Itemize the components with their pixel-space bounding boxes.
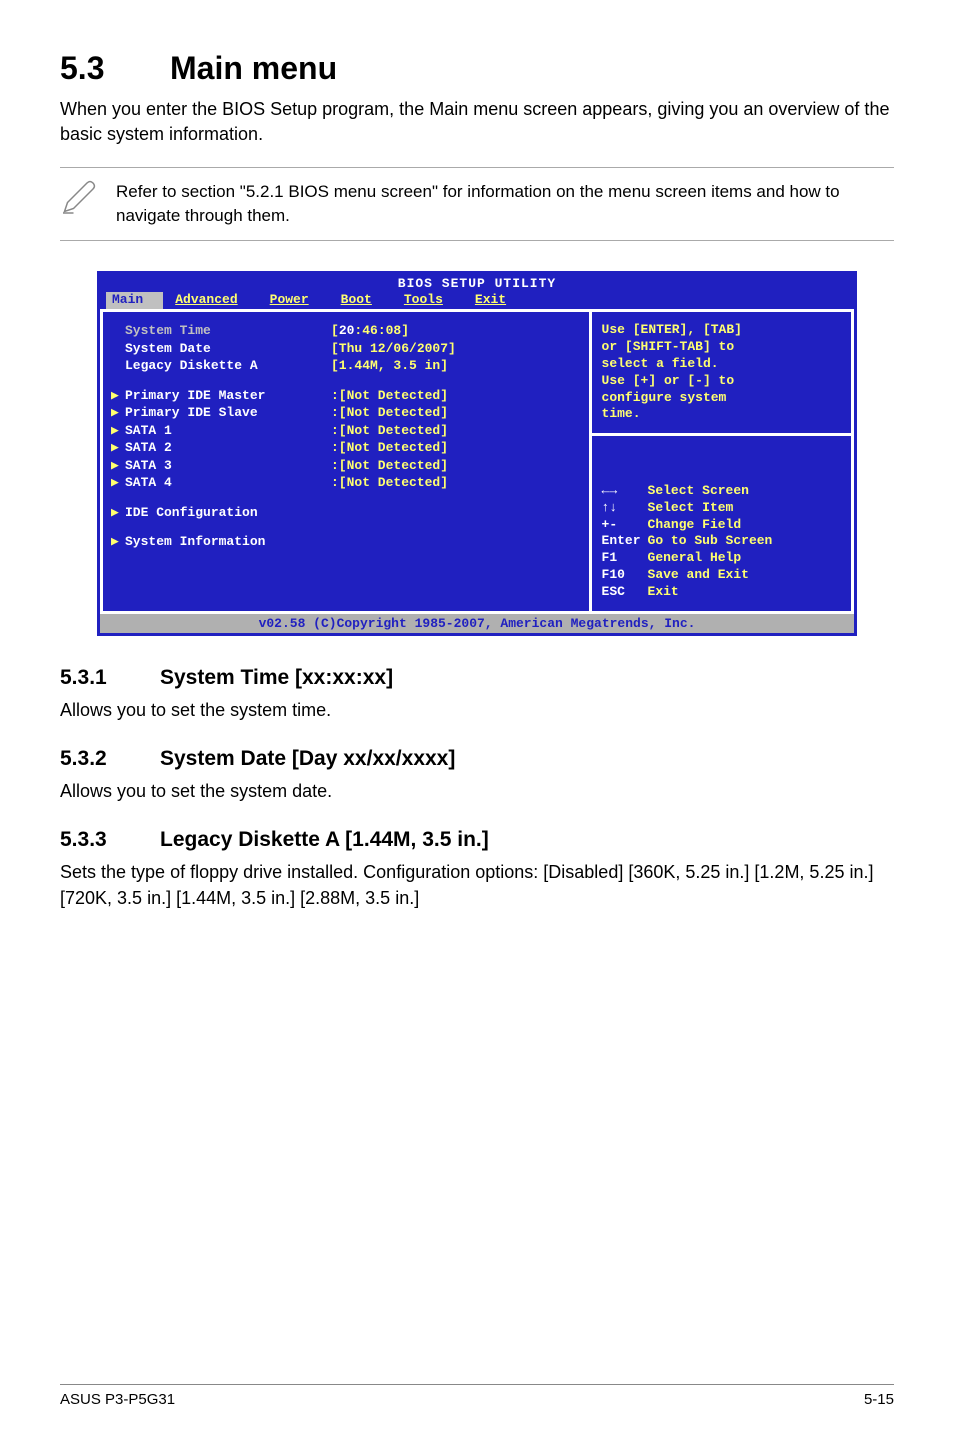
- bios-help-panel: Use [ENTER], [TAB] or [SHIFT-TAB] to sel…: [592, 312, 854, 614]
- bios-label: Primary IDE Master: [125, 388, 265, 403]
- submenu-triangle-icon: ▶: [111, 504, 125, 522]
- help-text: select a field.: [602, 356, 841, 373]
- section-title-text: Main menu: [170, 50, 337, 86]
- bios-label: System Information: [125, 534, 265, 549]
- note-block: Refer to section "5.2.1 BIOS menu screen…: [60, 167, 894, 241]
- help-text: time.: [602, 406, 841, 423]
- submenu-triangle-icon: ▶: [111, 457, 125, 475]
- bios-row-primary-ide-master[interactable]: ▶Primary IDE Master :[Not Detected]: [111, 387, 581, 405]
- subsection-heading: 5.3.1System Time [xx:xx:xx]: [60, 666, 894, 690]
- bios-row-sata3[interactable]: ▶SATA 3 :[Not Detected]: [111, 457, 581, 475]
- f1-key-label: F1: [602, 550, 648, 567]
- bios-tab-tools[interactable]: Tools: [398, 292, 463, 309]
- subsection-heading: 5.3.2System Date [Day xx/xx/xxxx]: [60, 747, 894, 771]
- bios-label: IDE Configuration: [125, 505, 258, 520]
- help-key-row: EnterGo to Sub Screen: [602, 533, 841, 550]
- bios-row-sata1[interactable]: ▶SATA 1 :[Not Detected]: [111, 422, 581, 440]
- arrows-lr-icon: ←→: [602, 483, 648, 500]
- bios-tab-bar: Main Advanced Power Boot Tools Exit: [100, 292, 854, 312]
- esc-key-label: ESC: [602, 584, 648, 601]
- subsection-desc: Allows you to set the system date.: [60, 779, 894, 804]
- bios-value: [20:46:08]: [331, 322, 581, 340]
- help-key-row: ↑↓Select Item: [602, 500, 841, 517]
- bios-label: Legacy Diskette A: [125, 358, 258, 373]
- bios-row-primary-ide-slave[interactable]: ▶Primary IDE Slave :[Not Detected]: [111, 404, 581, 422]
- bios-value: :[Not Detected]: [331, 457, 581, 475]
- help-key-row: ←→Select Screen: [602, 483, 841, 500]
- bios-label: Primary IDE Slave: [125, 405, 258, 420]
- bios-value: :[Not Detected]: [331, 474, 581, 492]
- submenu-triangle-icon: ▶: [111, 422, 125, 440]
- bios-label: System Time: [125, 323, 211, 338]
- bios-main-panel: System Time [20:46:08] System Date [Thu …: [100, 312, 592, 614]
- bios-value: :[Not Detected]: [331, 439, 581, 457]
- bios-row-sata2[interactable]: ▶SATA 2 :[Not Detected]: [111, 439, 581, 457]
- f10-key-label: F10: [602, 567, 648, 584]
- submenu-triangle-icon: ▶: [111, 474, 125, 492]
- bios-row-sata4[interactable]: ▶SATA 4 :[Not Detected]: [111, 474, 581, 492]
- subsection-desc: Sets the type of floppy drive installed.…: [60, 860, 894, 910]
- help-text: Use [+] or [-] to: [602, 373, 841, 390]
- help-text: Use [ENTER], [TAB]: [602, 322, 841, 339]
- help-key-row: F10Save and Exit: [602, 567, 841, 584]
- bios-value: :[Not Detected]: [331, 422, 581, 440]
- bios-tab-power[interactable]: Power: [264, 292, 329, 309]
- section-number: 5.3: [60, 50, 170, 87]
- bios-tab-main[interactable]: Main: [106, 292, 163, 309]
- bios-value: [Thu 12/06/2007]: [331, 340, 581, 358]
- submenu-triangle-icon: ▶: [111, 533, 125, 551]
- bios-row-system-date[interactable]: System Date [Thu 12/06/2007]: [111, 340, 581, 358]
- subsection-heading: 5.3.3Legacy Diskette A [1.44M, 3.5 in.]: [60, 828, 894, 852]
- section-heading: 5.3Main menu: [60, 50, 894, 87]
- note-text: Refer to section "5.2.1 BIOS menu screen…: [116, 180, 894, 228]
- bios-row-system-time[interactable]: System Time [20:46:08]: [111, 322, 581, 340]
- submenu-triangle-icon: ▶: [111, 387, 125, 405]
- bios-screenshot: BIOS SETUP UTILITY Main Advanced Power B…: [97, 271, 857, 636]
- plus-minus-icon: +-: [602, 517, 648, 534]
- bios-tab-exit[interactable]: Exit: [469, 292, 526, 309]
- bios-label: SATA 4: [125, 475, 172, 490]
- note-pen-icon: [60, 180, 96, 221]
- help-text: configure system: [602, 390, 841, 407]
- bios-label: SATA 2: [125, 440, 172, 455]
- enter-key-label: Enter: [602, 533, 648, 550]
- bios-row-legacy-diskette[interactable]: Legacy Diskette A [1.44M, 3.5 in]: [111, 357, 581, 375]
- bios-label: SATA 3: [125, 458, 172, 473]
- bios-value: :[Not Detected]: [331, 404, 581, 422]
- submenu-triangle-icon: ▶: [111, 439, 125, 457]
- bios-value: [1.44M, 3.5 in]: [331, 357, 581, 375]
- bios-copyright-footer: v02.58 (C)Copyright 1985-2007, American …: [100, 614, 854, 633]
- footer-page-number: 5-15: [864, 1391, 894, 1408]
- subsection-desc: Allows you to set the system time.: [60, 698, 894, 723]
- help-text: or [SHIFT-TAB] to: [602, 339, 841, 356]
- bios-tab-boot[interactable]: Boot: [335, 292, 392, 309]
- submenu-triangle-icon: ▶: [111, 404, 125, 422]
- intro-paragraph: When you enter the BIOS Setup program, t…: [60, 97, 894, 147]
- help-key-row: +-Change Field: [602, 517, 841, 534]
- footer-model: ASUS P3-P5G31: [60, 1391, 175, 1408]
- page-footer: ASUS P3-P5G31 5-15: [60, 1384, 894, 1408]
- bios-title: BIOS SETUP UTILITY: [100, 274, 854, 292]
- bios-row-ide-config[interactable]: ▶IDE Configuration: [111, 504, 581, 522]
- bios-tab-advanced[interactable]: Advanced: [169, 292, 257, 309]
- help-key-row: F1General Help: [602, 550, 841, 567]
- bios-row-system-info[interactable]: ▶System Information: [111, 533, 581, 551]
- help-key-row: ESCExit: [602, 584, 841, 601]
- bios-label: SATA 1: [125, 423, 172, 438]
- arrows-ud-icon: ↑↓: [602, 500, 648, 517]
- bios-value: :[Not Detected]: [331, 387, 581, 405]
- bios-label: System Date: [125, 341, 211, 356]
